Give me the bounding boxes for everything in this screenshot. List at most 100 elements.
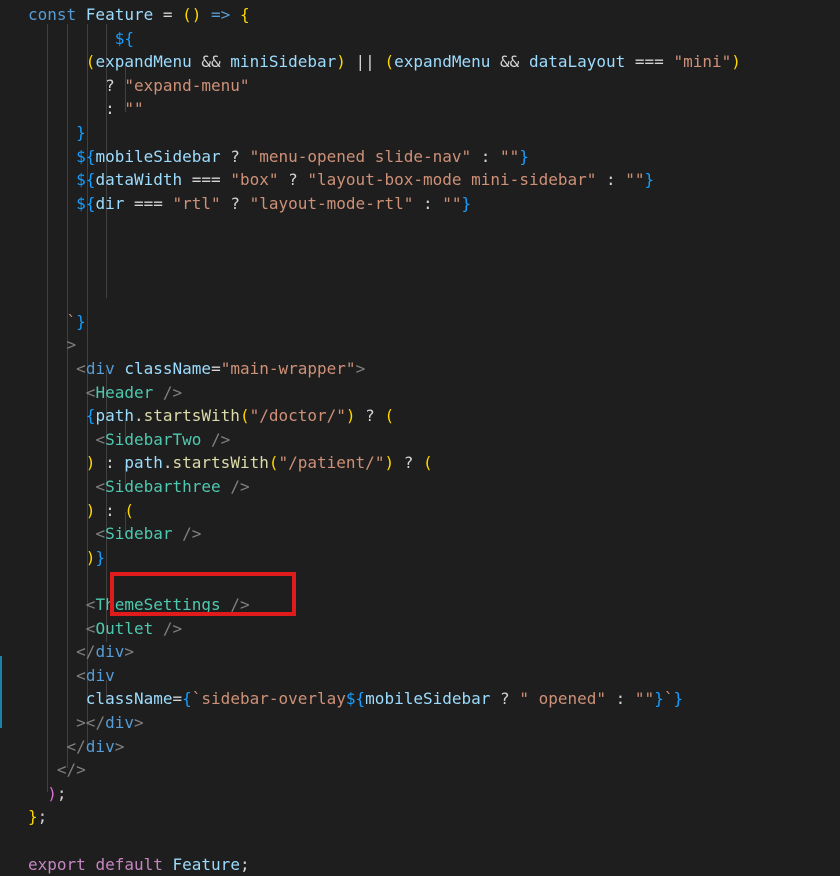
code-token: dataLayout xyxy=(528,52,626,72)
code-token: === xyxy=(124,193,173,213)
code-token: = xyxy=(153,5,183,24)
code-token: ? xyxy=(355,406,385,426)
code-token: ) xyxy=(85,453,96,473)
code-token: startsWith xyxy=(172,453,269,473)
code-line[interactable]: </div> xyxy=(28,640,134,664)
code-line[interactable]: <Header /> xyxy=(28,381,182,405)
code-token: /> xyxy=(211,429,231,449)
code-token: ? xyxy=(220,146,250,166)
code-token: || xyxy=(345,52,385,72)
code-line[interactable]: } xyxy=(28,121,86,145)
code-line[interactable]: const Feature = () => { xyxy=(28,3,250,27)
code-line[interactable]: <Outlet /> xyxy=(28,617,182,641)
code-editor[interactable]: const Feature = () => { ${ (expandMenu &… xyxy=(0,0,840,876)
code-line[interactable]: ${dir === "rtl" ? "layout-mode-rtl" : ""… xyxy=(28,192,471,216)
code-token: : xyxy=(28,99,125,119)
code-token: < xyxy=(85,595,96,614)
code-line[interactable]: ${mobileSidebar ? "menu-opened slide-nav… xyxy=(28,145,529,169)
code-line[interactable]: ></div> xyxy=(28,711,144,735)
code-token: $ xyxy=(114,28,125,48)
code-token: : xyxy=(471,146,501,166)
code-token: === xyxy=(182,170,231,190)
code-token: mobileSidebar xyxy=(95,146,221,166)
code-token: default xyxy=(95,854,163,874)
code-line[interactable]: </div> xyxy=(28,735,125,759)
code-token: "" xyxy=(634,689,655,709)
code-line[interactable]: <div className="main-wrapper"> xyxy=(28,357,365,381)
code-token: ${ xyxy=(76,193,96,213)
code-token: path xyxy=(124,453,163,473)
code-token: Sidebarthree xyxy=(105,477,221,496)
code-line[interactable]: <Sidebar /> xyxy=(28,522,201,546)
code-token: && xyxy=(490,52,529,72)
code-line[interactable]: > xyxy=(28,333,77,357)
code-line[interactable]: {path.startsWith("/doctor/") ? ( xyxy=(28,404,394,428)
code-token: div xyxy=(95,642,125,662)
highlight-box xyxy=(110,572,296,616)
code-line[interactable]: ); xyxy=(28,782,66,806)
code-token: div xyxy=(85,665,115,685)
code-line[interactable]: <SidebarTwo /> xyxy=(28,428,230,452)
code-line[interactable]: )} xyxy=(28,546,105,570)
code-token: ` xyxy=(66,311,77,331)
code-token: < xyxy=(85,382,96,402)
code-line[interactable]: <div xyxy=(28,664,115,688)
code-token: ? xyxy=(28,75,125,95)
code-token: < xyxy=(95,477,106,496)
code-line[interactable]: export default Feature; xyxy=(28,853,250,876)
code-token: > xyxy=(66,335,77,355)
code-token: ( xyxy=(124,500,134,520)
code-token: Feature xyxy=(85,5,154,24)
code-token: === xyxy=(625,52,674,72)
code-token: = xyxy=(211,359,221,378)
code-line[interactable]: </> xyxy=(28,758,86,782)
code-token: } xyxy=(76,311,86,331)
code-line[interactable]: ${dataWidth === "box" ? "layout-box-mode… xyxy=(28,168,654,192)
code-line[interactable]: ) : ( xyxy=(28,499,134,523)
code-line[interactable]: (expandMenu && miniSidebar) || (expandMe… xyxy=(28,50,741,74)
code-token: "/patient/" xyxy=(278,453,385,473)
code-token: "layout-mode-rtl" xyxy=(249,193,414,213)
code-line[interactable]: className={`sidebar-overlay${mobileSideb… xyxy=(28,687,683,711)
code-token: } xyxy=(76,123,86,142)
code-token: = xyxy=(172,689,183,709)
code-token: > xyxy=(133,713,144,732)
code-token: className xyxy=(85,689,173,709)
code-token: ( xyxy=(384,406,395,426)
code-token: { xyxy=(239,5,250,24)
code-token: "menu-opened slide-nav" xyxy=(249,146,472,166)
code-line[interactable]: ? "expand-menu" xyxy=(28,74,250,98)
code-line[interactable]: <Sidebarthree /> xyxy=(28,475,249,499)
code-line[interactable]: ) : path.startsWith("/patient/") ? ( xyxy=(28,451,433,475)
code-token: SidebarTwo xyxy=(105,429,202,449)
code-line[interactable]: }; xyxy=(28,805,47,829)
code-token: { xyxy=(85,406,96,426)
code-line[interactable]: ${ xyxy=(28,27,134,51)
code-token: ; xyxy=(37,807,48,827)
code-line[interactable]: `} xyxy=(28,310,86,334)
code-token: { xyxy=(124,28,134,48)
code-token: > xyxy=(114,736,125,756)
code-token: </ xyxy=(76,642,96,662)
code-token: `sidebar-overlay xyxy=(191,689,346,709)
code-line[interactable]: : "" xyxy=(28,97,144,121)
code-token: . xyxy=(133,406,144,426)
